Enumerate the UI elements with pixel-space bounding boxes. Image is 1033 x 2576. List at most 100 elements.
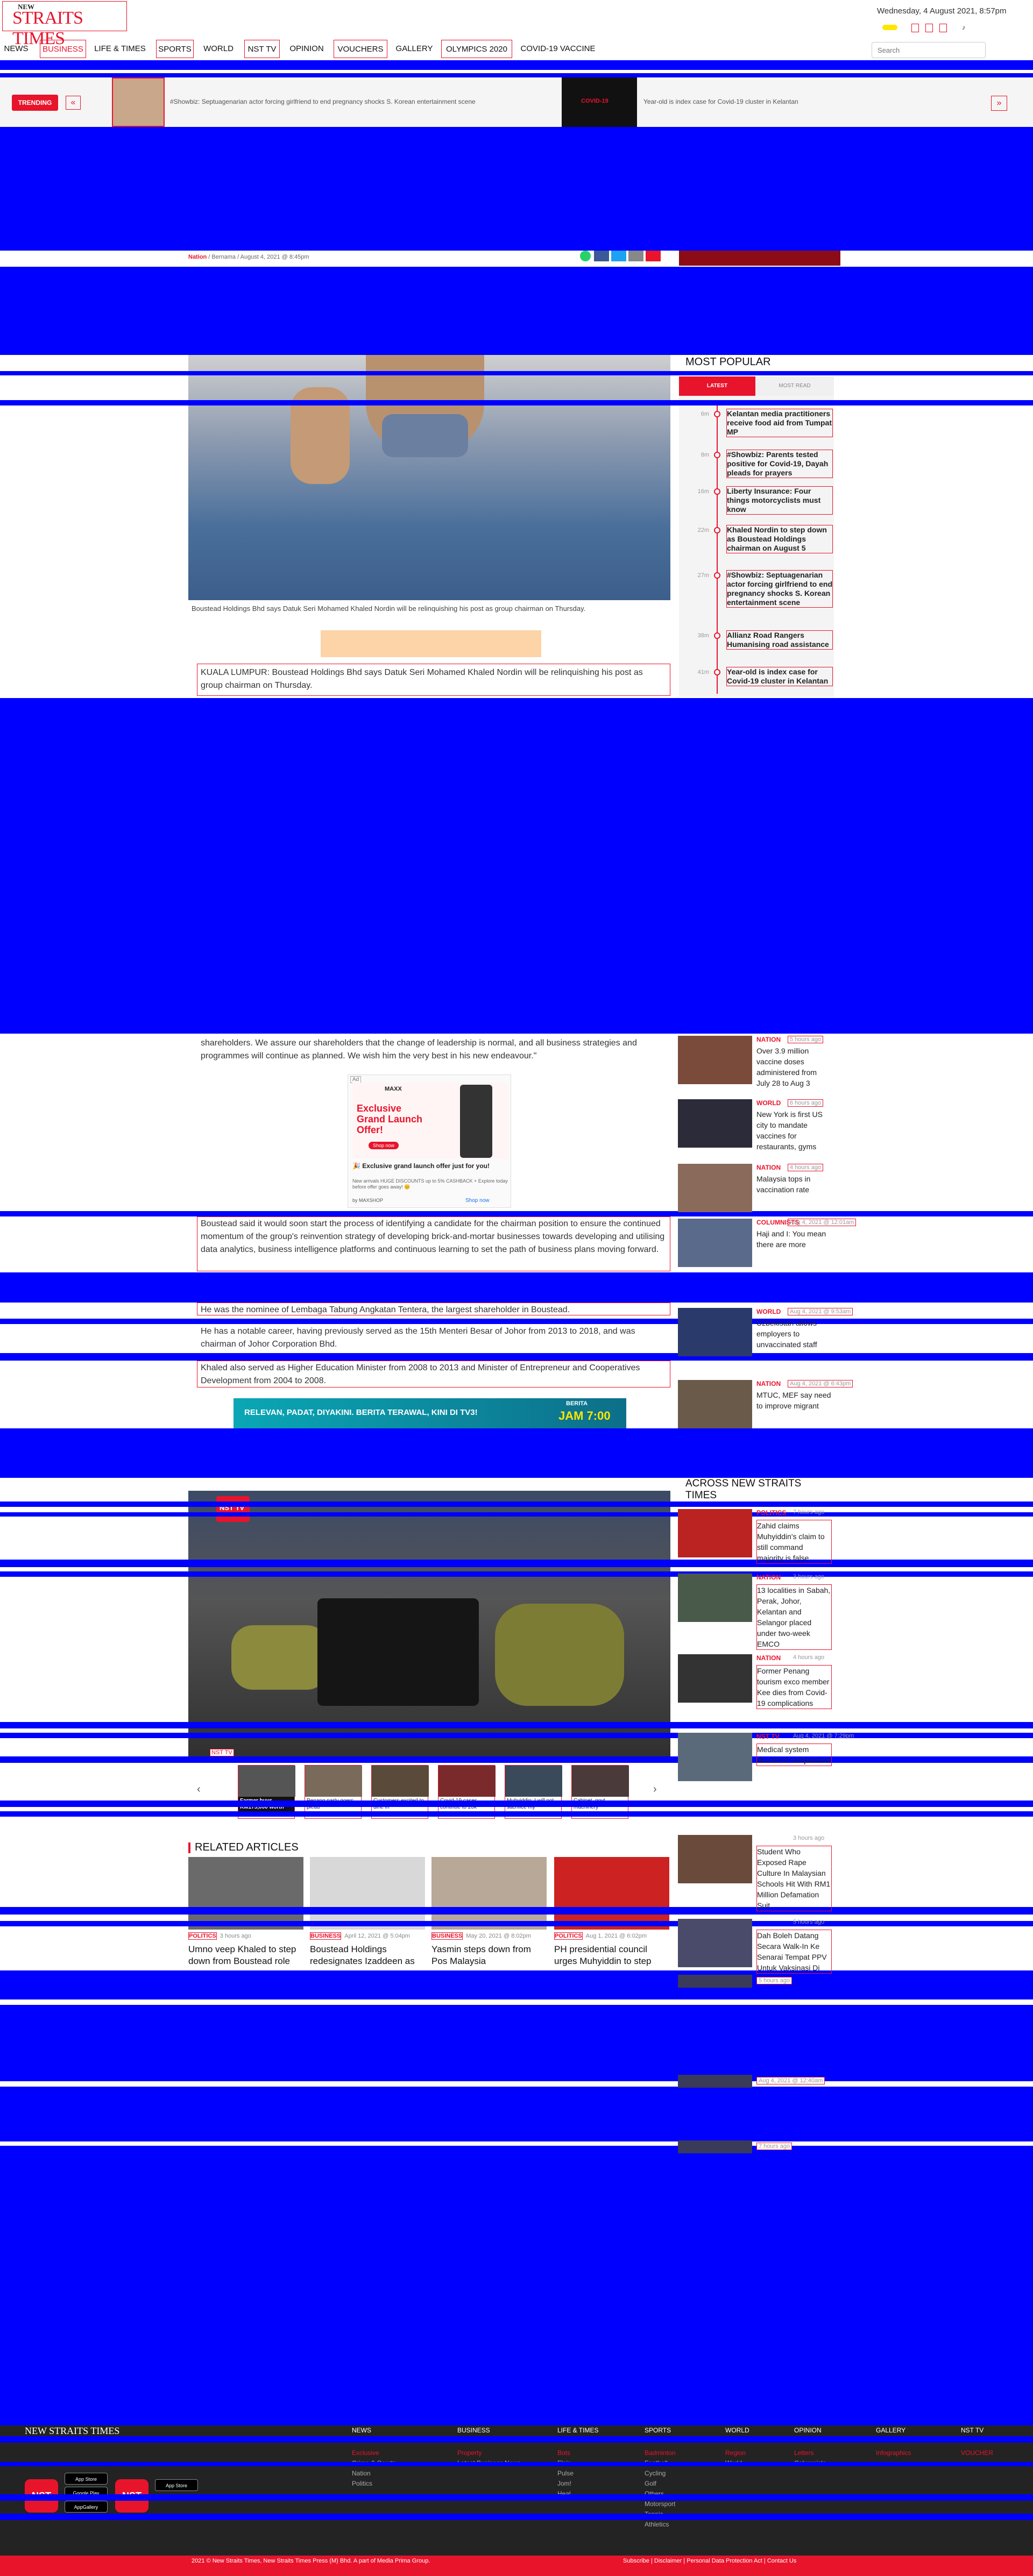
footer-col-link[interactable]: Cycling: [645, 2468, 666, 2479]
related-image[interactable]: [188, 1857, 303, 1930]
weather-icon[interactable]: [882, 25, 897, 30]
across-image[interactable]: [678, 1835, 752, 1883]
nav-olympics[interactable]: OLYMPICS 2020: [441, 40, 512, 58]
trending-next-button[interactable]: »: [991, 96, 1007, 111]
side-news-image[interactable]: [678, 1099, 752, 1148]
video-player[interactable]: NST TV: [188, 1491, 670, 1760]
footer-col-link[interactable]: Pulse: [557, 2468, 574, 2479]
native-ad[interactable]: Ad MAXX Exclusive Grand Launch Offer! Sh…: [348, 1074, 511, 1208]
nav-sports[interactable]: SPORTS: [156, 40, 194, 58]
footer-link-contact[interactable]: Contact Us: [767, 2558, 796, 2564]
video-thumb[interactable]: Cabinet, govt machinery: [571, 1765, 629, 1819]
footer-col-link[interactable]: Property: [457, 2448, 482, 2458]
popular-item-title[interactable]: #Showbiz: Septuagenarian actor forcing g…: [726, 570, 833, 608]
carousel-prev-button[interactable]: ‹: [197, 1783, 201, 1796]
related-title[interactable]: Yasmin steps down from Pos Malaysia: [431, 1944, 547, 1967]
footer-app-gallery[interactable]: AppGallery: [65, 2501, 108, 2513]
footer-col-link[interactable]: Jom!: [557, 2479, 571, 2489]
email-share-icon[interactable]: [628, 251, 643, 261]
tab-most-read[interactable]: MOST READ: [755, 376, 834, 396]
article-category[interactable]: Nation: [188, 254, 207, 260]
tab-latest[interactable]: LATEST: [679, 376, 755, 396]
footer-col-link[interactable]: Athletics: [645, 2520, 669, 2530]
twitter-share-icon[interactable]: [611, 251, 626, 261]
footer-col-link[interactable]: Infographics: [876, 2448, 911, 2458]
print-icon[interactable]: [646, 251, 661, 261]
related-title[interactable]: PH presidential council urges Muhyiddin …: [554, 1944, 669, 1967]
side-news-category[interactable]: WORLD: [756, 1099, 781, 1107]
search-input[interactable]: [872, 42, 986, 58]
popular-item-title[interactable]: Year-old is index case for Covid-19 clus…: [726, 667, 833, 686]
across-category[interactable]: NST TV: [756, 1733, 780, 1740]
popular-item-title[interactable]: #Showbiz: Parents tested positive for Co…: [726, 450, 833, 478]
nav-opinion[interactable]: OPINION: [285, 40, 328, 58]
footer-col-link[interactable]: Exclusive: [352, 2448, 379, 2458]
side-news-category[interactable]: NATION: [756, 1380, 781, 1387]
nav-vouchers[interactable]: VOUCHERS: [334, 40, 387, 58]
trending-prev-button[interactable]: «: [66, 96, 81, 110]
across-title[interactable]: Student Who Exposed Rape Culture In Mala…: [756, 1846, 832, 1911]
side-news-image[interactable]: [678, 1975, 752, 1988]
related-image[interactable]: [310, 1857, 425, 1930]
across-category[interactable]: POLITICS: [756, 1509, 786, 1517]
across-title[interactable]: Medical system devoid of compassion: [756, 1744, 832, 1766]
nav-covid-vaccine[interactable]: COVID-19 VACCINE: [518, 40, 598, 58]
footer-col-link[interactable]: VOUCHER: [961, 2448, 993, 2458]
related-title[interactable]: Umno veep Khaled to step down from Boust…: [188, 1944, 303, 1967]
footer-col-head[interactable]: NST TV: [961, 2426, 984, 2434]
side-news-title[interactable]: MTUC, MEF say need to improve migrant: [756, 1390, 832, 1411]
nav-news[interactable]: NEWS: [1, 40, 31, 58]
side-news-category[interactable]: NATION: [756, 1164, 781, 1171]
across-category[interactable]: NATION: [756, 1654, 781, 1662]
twitter-icon[interactable]: [925, 24, 933, 32]
footer-app-store[interactable]: App Store: [65, 2473, 108, 2485]
footer-col-link[interactable]: Nation: [352, 2468, 371, 2479]
side-news-title[interactable]: New York is first US city to mandate vac…: [756, 1109, 832, 1152]
side-news-image[interactable]: [678, 1164, 752, 1212]
footer-col-link[interactable]: Politics: [352, 2479, 372, 2489]
tiktok-icon[interactable]: ♪: [962, 24, 965, 31]
across-image[interactable]: [678, 1733, 752, 1781]
ad-cta[interactable]: Shop now: [465, 1198, 489, 1204]
tv3-banner[interactable]: RELEVAN, PADAT, DIYAKINI. BERITA TERAWAL…: [234, 1398, 626, 1428]
video-thumb[interactable]: Penang party goers plead: [305, 1765, 362, 1819]
across-category[interactable]: NATION: [756, 1574, 781, 1581]
side-news-title[interactable]: Uzbekistan allows employers to unvaccina…: [756, 1318, 832, 1350]
footer-col-head[interactable]: OPINION: [794, 2426, 822, 2434]
nav-gallery[interactable]: GALLERY: [393, 40, 436, 58]
video-category-label[interactable]: NST TV: [210, 1749, 234, 1756]
footer-logo[interactable]: NEW STRAITS TIMES: [25, 2425, 119, 2437]
instagram-icon[interactable]: [939, 24, 947, 32]
related-category[interactable]: POLITICS: [188, 1932, 217, 1940]
side-news-image[interactable]: [678, 1308, 752, 1356]
popular-item-title[interactable]: Allianz Road Rangers Humanising road ass…: [726, 630, 833, 650]
site-logo[interactable]: NEW STRAITS TIMES: [2, 1, 127, 48]
facebook-icon[interactable]: [911, 24, 919, 32]
across-title[interactable]: 13 localities in Sabah, Perak, Johor, Ke…: [756, 1584, 832, 1650]
footer-col-head[interactable]: SPORTS: [645, 2426, 671, 2434]
facebook-share-icon[interactable]: [594, 251, 609, 261]
across-image[interactable]: [678, 1509, 752, 1557]
across-title[interactable]: Dah Boleh Datang Secara Walk-In Ke Senar…: [756, 1930, 832, 1974]
footer-link-disclaimer[interactable]: Disclaimer: [654, 2558, 682, 2564]
top-right-ad[interactable]: [679, 251, 840, 266]
footer-link-pdpa[interactable]: Personal Data Protection Act: [687, 2558, 762, 2564]
video-thumb[interactable]: Farmer buys RM175,000 worth: [238, 1765, 295, 1819]
popular-item-title[interactable]: Khaled Nordin to step down as Boustead H…: [726, 525, 833, 553]
footer-col-link[interactable]: Badminton: [645, 2448, 675, 2458]
side-news-image[interactable]: [678, 1380, 752, 1428]
footer-col-link[interactable]: Golf: [645, 2479, 656, 2489]
footer-app-store-2[interactable]: App Store: [155, 2479, 198, 2491]
inline-ad-strip[interactable]: [321, 630, 541, 657]
side-news-title[interactable]: Haji and I: You mean there are more: [756, 1228, 832, 1250]
footer-col-link[interactable]: Region: [725, 2448, 746, 2458]
side-news-image[interactable]: [678, 1036, 752, 1084]
footer-col-head[interactable]: LIFE & TIMES: [557, 2426, 598, 2434]
across-title[interactable]: Zahid claims Muhyiddin's claim to still …: [756, 1520, 832, 1564]
side-news-category[interactable]: NATION: [756, 1036, 781, 1043]
side-news-image[interactable]: [678, 2140, 752, 2153]
footer-col-head[interactable]: BUSINESS: [457, 2426, 490, 2434]
across-image[interactable]: [678, 1919, 752, 1967]
side-news-category[interactable]: WORLD: [756, 1308, 781, 1315]
related-image[interactable]: [431, 1857, 547, 1930]
